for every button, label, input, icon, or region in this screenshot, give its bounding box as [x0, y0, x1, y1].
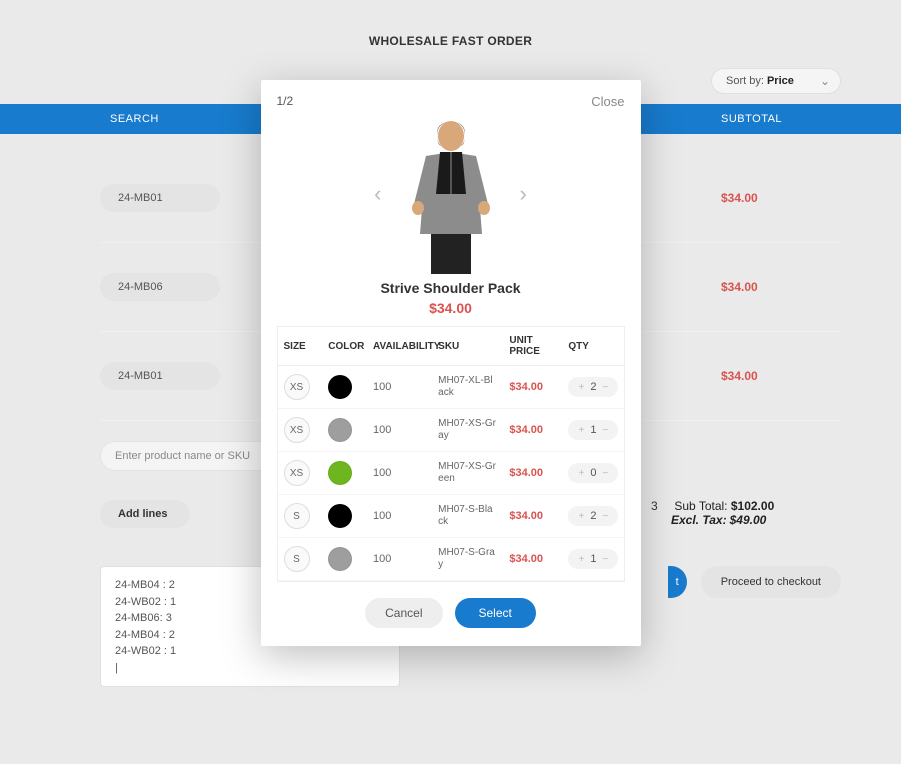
sort-label: Sort by: [726, 75, 764, 87]
page-title: WHOLESALE FAST ORDER [0, 0, 901, 68]
availability-cell: 100 [367, 495, 432, 538]
col-color: COLOR [322, 327, 367, 366]
qty-stepper[interactable]: +1− [568, 420, 618, 440]
add-lines-button[interactable]: Add lines [100, 500, 190, 528]
col-availability: AVAILABILITY [367, 327, 432, 366]
row-subtotal: $34.00 [721, 369, 841, 383]
header-search: SEARCH [100, 113, 280, 125]
proceed-to-checkout-button[interactable]: Proceed to checkout [701, 566, 841, 598]
size-swatch[interactable]: S [284, 546, 310, 572]
qty-value: 2 [590, 381, 596, 393]
size-swatch[interactable]: XS [284, 460, 310, 486]
sku-pill[interactable]: 24-MB06 [100, 273, 220, 301]
size-swatch[interactable]: XS [284, 374, 310, 400]
unit-price-cell: $34.00 [509, 510, 543, 522]
variant-row: S 100MH07-S-Gray $34.00 +1− [278, 538, 624, 581]
availability-cell: 100 [367, 366, 432, 409]
col-unit-price: UNIT PRICE [503, 327, 562, 366]
variants-table: SIZE COLOR AVAILABILITY SKU UNIT PRICE Q… [277, 326, 625, 582]
sort-dropdown[interactable]: Sort by: Price [711, 68, 841, 94]
qty-minus-icon[interactable]: − [602, 425, 608, 436]
color-swatch[interactable] [328, 547, 352, 571]
qty-plus-icon[interactable]: + [579, 382, 585, 393]
qty-plus-icon[interactable]: + [579, 554, 585, 565]
next-arrow-icon[interactable]: › [516, 181, 531, 207]
sku-cell: MH07-S-Gray [432, 538, 503, 581]
product-image [396, 114, 506, 274]
log-line: | [115, 660, 385, 677]
color-swatch[interactable] [328, 461, 352, 485]
qty-value: 1 [590, 424, 596, 436]
unit-price-cell: $34.00 [509, 424, 543, 436]
unit-price-cell: $34.00 [509, 467, 543, 479]
prev-arrow-icon[interactable]: ‹ [370, 181, 385, 207]
product-price: $34.00 [277, 300, 625, 316]
sku-cell: MH07-S-Black [432, 495, 503, 538]
sku-pill[interactable]: 24-MB01 [100, 362, 220, 390]
sort-value: Price [767, 75, 794, 87]
close-button[interactable]: Close [591, 94, 624, 109]
row-subtotal: $34.00 [721, 191, 841, 205]
qty-value: 0 [590, 467, 596, 479]
variant-row: S 100MH07-S-Black $34.00 +2− [278, 495, 624, 538]
unit-price-cell: $34.00 [509, 381, 543, 393]
qty-plus-icon[interactable]: + [579, 468, 585, 479]
subtotal-value: $102.00 [731, 499, 774, 513]
row-subtotal: $34.00 [721, 280, 841, 294]
select-button[interactable]: Select [455, 598, 536, 628]
col-qty: QTY [562, 327, 623, 366]
availability-cell: 100 [367, 452, 432, 495]
col-sku: SKU [432, 327, 503, 366]
availability-cell: 100 [367, 538, 432, 581]
modal-pager: 1/2 [277, 94, 625, 108]
cancel-button[interactable]: Cancel [365, 598, 442, 628]
color-swatch[interactable] [328, 504, 352, 528]
color-swatch[interactable] [328, 375, 352, 399]
excl-label: Excl. Tax: [671, 513, 727, 527]
sku-cell: MH07-XL-Black [432, 366, 503, 409]
color-swatch[interactable] [328, 418, 352, 442]
qty-minus-icon[interactable]: − [602, 468, 608, 479]
qty-plus-icon[interactable]: + [579, 425, 585, 436]
product-modal: 1/2 Close ‹ › Strive Shoul [261, 80, 641, 646]
size-swatch[interactable]: S [284, 503, 310, 529]
qty-minus-icon[interactable]: − [602, 382, 608, 393]
qty-value: 2 [590, 510, 596, 522]
excl-value: $49.00 [730, 513, 767, 527]
subtotal-label: Sub Total: [674, 499, 727, 513]
qty-minus-icon[interactable]: − [602, 554, 608, 565]
variant-row: XS 100MH07-XL-Black $34.00 +2− [278, 366, 624, 409]
variant-row: XS 100MH07-XS-Green $34.00 +0− [278, 452, 624, 495]
qty-value: 1 [590, 553, 596, 565]
qty-minus-icon[interactable]: − [602, 511, 608, 522]
header-subtotal: SUBTOTAL [721, 113, 841, 125]
sku-cell: MH07-XS-Gray [432, 409, 503, 452]
availability-cell: 100 [367, 409, 432, 452]
totals-trail-num: 3 [651, 499, 658, 513]
col-size: SIZE [278, 327, 323, 366]
product-title: Strive Shoulder Pack [277, 280, 625, 296]
totals-block: 3 Sub Total: $102.00 Excl. Tax: $49.00 [671, 499, 841, 528]
cart-trail: t [668, 566, 687, 598]
qty-stepper[interactable]: +1− [568, 549, 618, 569]
qty-stepper[interactable]: +0− [568, 463, 618, 483]
size-swatch[interactable]: XS [284, 417, 310, 443]
qty-stepper[interactable]: +2− [568, 377, 618, 397]
sku-cell: MH07-XS-Green [432, 452, 503, 495]
unit-price-cell: $34.00 [509, 553, 543, 565]
qty-stepper[interactable]: +2− [568, 506, 618, 526]
variant-row: XS 100MH07-XS-Gray $34.00 +1− [278, 409, 624, 452]
qty-plus-icon[interactable]: + [579, 511, 585, 522]
sku-pill[interactable]: 24-MB01 [100, 184, 220, 212]
